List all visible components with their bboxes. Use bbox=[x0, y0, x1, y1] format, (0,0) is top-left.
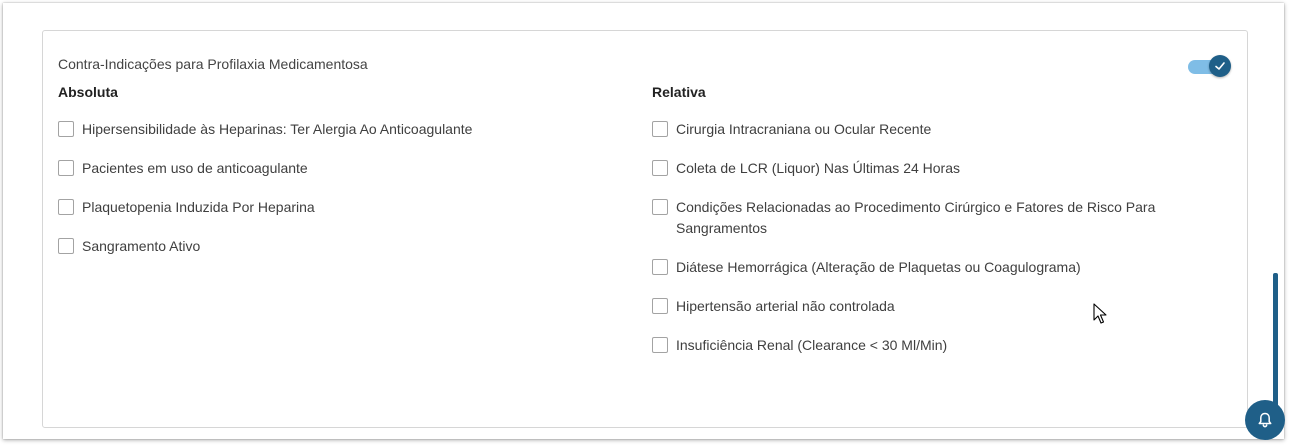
absoluta-heading: Absoluta bbox=[58, 84, 118, 100]
option-label: Hipertensão arterial não controlada bbox=[676, 298, 895, 314]
notifications-button[interactable] bbox=[1245, 400, 1285, 440]
mouse-cursor-icon bbox=[1093, 303, 1107, 324]
relativa-option-coleta-lcr[interactable]: Coleta de LCR (Liquor) Nas Últimas 24 Ho… bbox=[652, 160, 1192, 179]
toggle-knob bbox=[1209, 55, 1231, 77]
option-label: Plaquetopenia Induzida Por Heparina bbox=[82, 199, 315, 215]
relativa-heading: Relativa bbox=[652, 84, 706, 100]
checkbox[interactable] bbox=[58, 238, 74, 254]
option-label: Pacientes em uso de anticoagulante bbox=[82, 160, 308, 176]
option-label: Sangramento Ativo bbox=[82, 238, 201, 254]
checkbox[interactable] bbox=[652, 298, 668, 314]
checkbox[interactable] bbox=[652, 259, 668, 275]
section-title: Contra-Indicações para Profilaxia Medica… bbox=[58, 56, 368, 72]
check-icon bbox=[1215, 62, 1225, 70]
checkbox[interactable] bbox=[58, 160, 74, 176]
checkbox[interactable] bbox=[652, 199, 668, 215]
vertical-scrollbar[interactable] bbox=[1273, 273, 1278, 413]
relativa-option-cirurgia[interactable]: Cirurgia Intracraniana ou Ocular Recente bbox=[652, 121, 1192, 140]
option-label: Hipersensibilidade às Heparinas: Ter Ale… bbox=[82, 121, 473, 137]
checkbox[interactable] bbox=[652, 121, 668, 137]
contraindications-card: Contra-Indicações para Profilaxia Medica… bbox=[42, 30, 1248, 428]
relativa-option-insuficiencia-renal[interactable]: Insuficiência Renal (Clearance < 30 Ml/M… bbox=[652, 337, 1192, 356]
option-label: Condições Relacionadas ao Procedimento C… bbox=[676, 199, 1156, 236]
relativa-option-condicoes[interactable]: Condições Relacionadas ao Procedimento C… bbox=[652, 199, 1192, 239]
app-window: Contra-Indicações para Profilaxia Medica… bbox=[3, 3, 1284, 439]
absoluta-option-plaquetopenia[interactable]: Plaquetopenia Induzida Por Heparina bbox=[58, 199, 618, 218]
relativa-option-diatese[interactable]: Diátese Hemorrágica (Alteração de Plaque… bbox=[652, 259, 1192, 278]
contraindications-toggle[interactable] bbox=[1188, 55, 1232, 79]
checkbox[interactable] bbox=[652, 337, 668, 353]
absoluta-option-sangramento[interactable]: Sangramento Ativo bbox=[58, 238, 618, 257]
checkbox[interactable] bbox=[652, 160, 668, 176]
option-label: Cirurgia Intracraniana ou Ocular Recente bbox=[676, 121, 932, 137]
absoluta-column: Absoluta Hipersensibilidade às Heparinas… bbox=[58, 83, 618, 277]
relativa-option-hipertensao[interactable]: Hipertensão arterial não controlada bbox=[652, 298, 1192, 317]
bell-icon bbox=[1258, 412, 1272, 428]
checkbox[interactable] bbox=[58, 199, 74, 215]
option-label: Diátese Hemorrágica (Alteração de Plaque… bbox=[676, 259, 1081, 275]
absoluta-option-anticoagulante[interactable]: Pacientes em uso de anticoagulante bbox=[58, 160, 618, 179]
absoluta-option-hipersensibilidade[interactable]: Hipersensibilidade às Heparinas: Ter Ale… bbox=[58, 121, 618, 140]
option-label: Coleta de LCR (Liquor) Nas Últimas 24 Ho… bbox=[676, 160, 960, 176]
relativa-column: Relativa Cirurgia Intracraniana ou Ocula… bbox=[652, 83, 1192, 376]
checkbox[interactable] bbox=[58, 121, 74, 137]
option-label: Insuficiência Renal (Clearance < 30 Ml/M… bbox=[676, 337, 948, 353]
